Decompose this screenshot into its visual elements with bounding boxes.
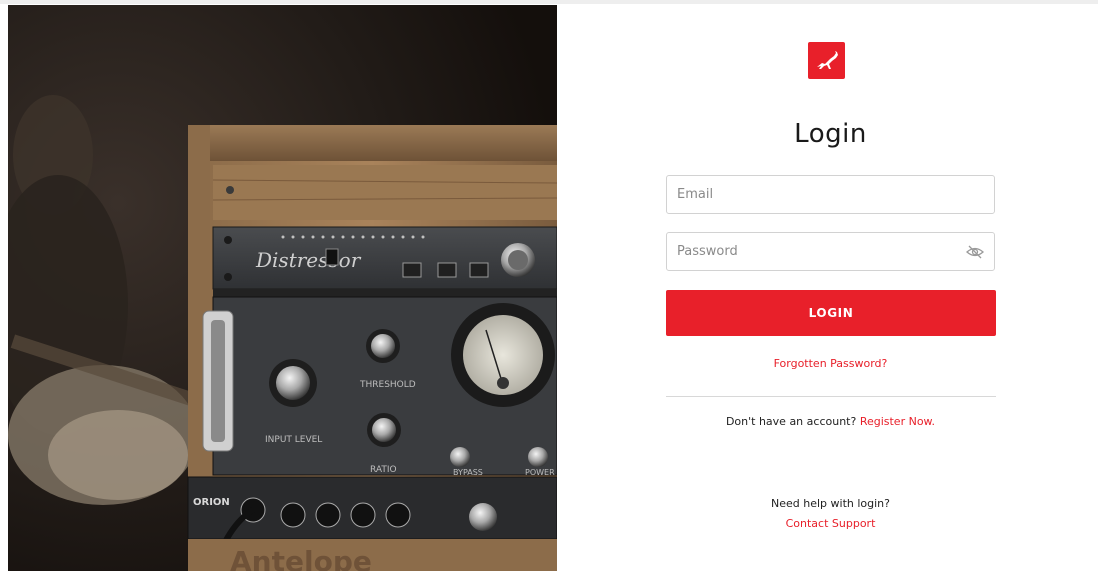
ratio-label: RATIO	[370, 465, 397, 475]
page-title: Login	[794, 119, 867, 149]
forgot-password-link[interactable]: Forgotten Password?	[557, 357, 1098, 370]
contact-support-link[interactable]: Contact Support	[557, 517, 1098, 530]
threshold-label: THRESHOLD	[359, 380, 416, 390]
register-prompt: Don't have an account? Register Now.	[557, 415, 1098, 428]
login-button[interactable]: LOGIN	[666, 290, 996, 336]
eye-slash-icon[interactable]	[966, 244, 984, 260]
distressor-label: Distressor	[255, 248, 362, 272]
bypass-label: BYPASS	[453, 468, 483, 477]
studio-rack-photo: Distressor INPUT LEVEL THRESHOLD RATIO B…	[8, 5, 557, 571]
top-strip	[0, 0, 1098, 4]
login-panel: Login LOGIN Forgotten Password? Don't ha…	[557, 5, 1098, 571]
hero-image: Distressor INPUT LEVEL THRESHOLD RATIO B…	[8, 5, 557, 571]
email-input[interactable]	[667, 176, 994, 213]
register-prompt-text: Don't have an account?	[725, 415, 860, 428]
email-field[interactable]	[666, 175, 995, 214]
power-label: POWER	[525, 468, 555, 477]
password-input[interactable]	[667, 233, 994, 270]
login-page: Distressor INPUT LEVEL THRESHOLD RATIO B…	[0, 0, 1098, 573]
input-level-label: INPUT LEVEL	[265, 435, 322, 445]
antelope-embossed-label: Antelope	[230, 545, 372, 571]
register-now-link[interactable]: Register Now.	[860, 415, 935, 428]
orion-label: ORION	[193, 497, 230, 508]
help-prompt: Need help with login?	[771, 497, 890, 510]
password-field[interactable]	[666, 232, 995, 271]
antelope-logo-icon	[808, 42, 845, 79]
divider	[666, 396, 996, 397]
